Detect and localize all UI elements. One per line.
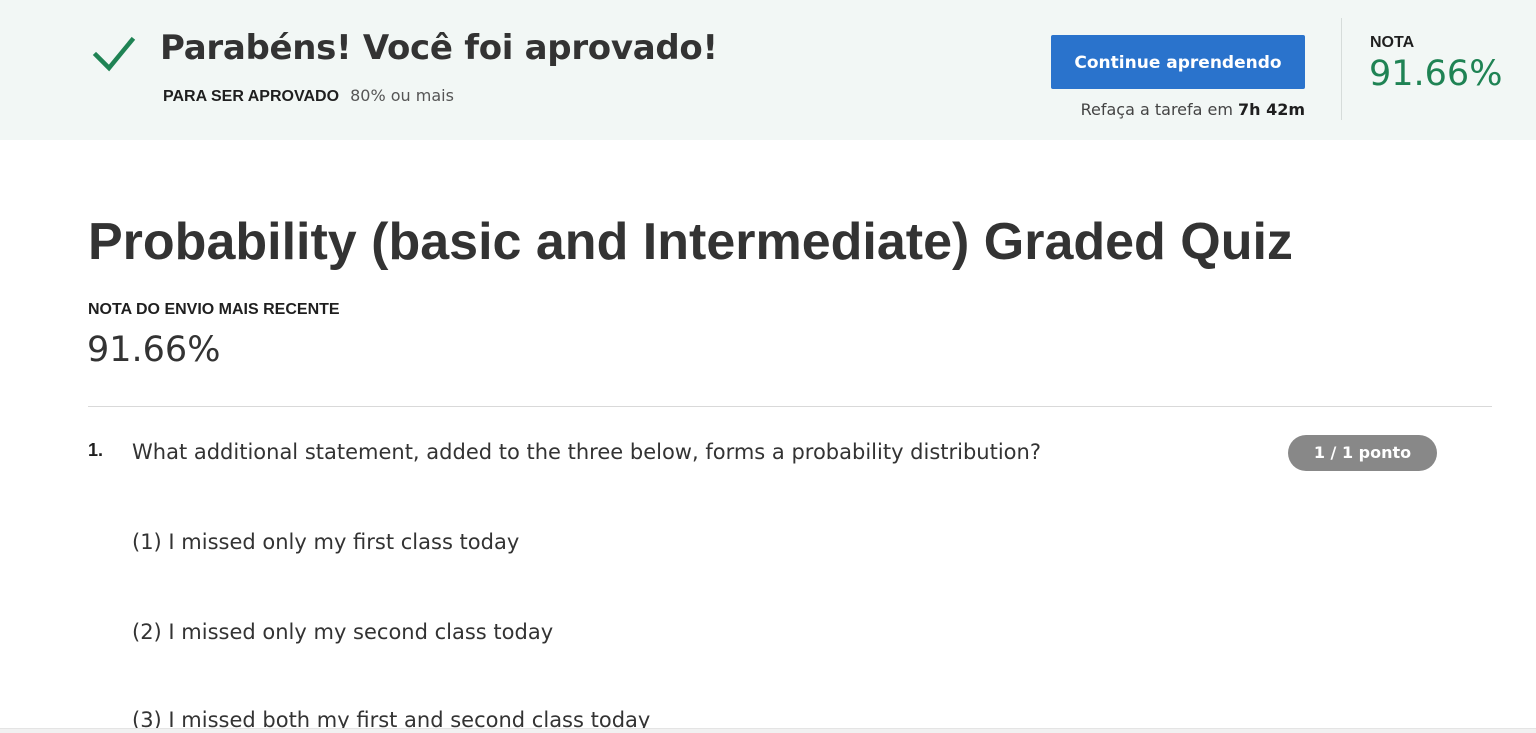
result-banner: Parabéns! Você foi aprovado! PARA SER AP…	[0, 0, 1536, 140]
pass-requirement-label: PARA SER APROVADO	[163, 88, 340, 105]
grade-label: NOTA	[1370, 34, 1415, 51]
retake-info: Refaça a tarefa em 7h 42m	[1081, 100, 1305, 119]
retake-time: 7h 42m	[1237, 100, 1305, 119]
question-statement: (2) I missed only my second class today	[132, 620, 554, 644]
page-title: Probability (basic and Intermediate) Gra…	[88, 213, 1293, 271]
section-divider	[88, 406, 1492, 407]
banner-divider	[1341, 18, 1342, 120]
check-icon	[92, 36, 136, 72]
question-statement: (1) I missed only my first class today	[132, 530, 520, 554]
question-number: 1.	[88, 440, 104, 460]
points-badge: 1 / 1 ponto	[1288, 435, 1437, 471]
question-text: What additional statement, added to the …	[132, 440, 1041, 464]
recent-grade-label: NOTA DO ENVIO MAIS RECENTE	[88, 301, 340, 318]
grade-value: 91.66%	[1369, 54, 1503, 94]
continue-learning-button[interactable]: Continue aprendendo	[1051, 35, 1305, 89]
pass-message: Parabéns! Você foi aprovado!	[160, 28, 718, 68]
window-bottom-edge	[0, 728, 1536, 733]
recent-grade-value: 91.66%	[87, 330, 221, 370]
pass-requirement: PARA SER APROVADO 80% ou mais	[163, 86, 454, 106]
retake-prefix: Refaça a tarefa em	[1080, 100, 1233, 119]
pass-requirement-value: 80% ou mais	[350, 86, 454, 105]
